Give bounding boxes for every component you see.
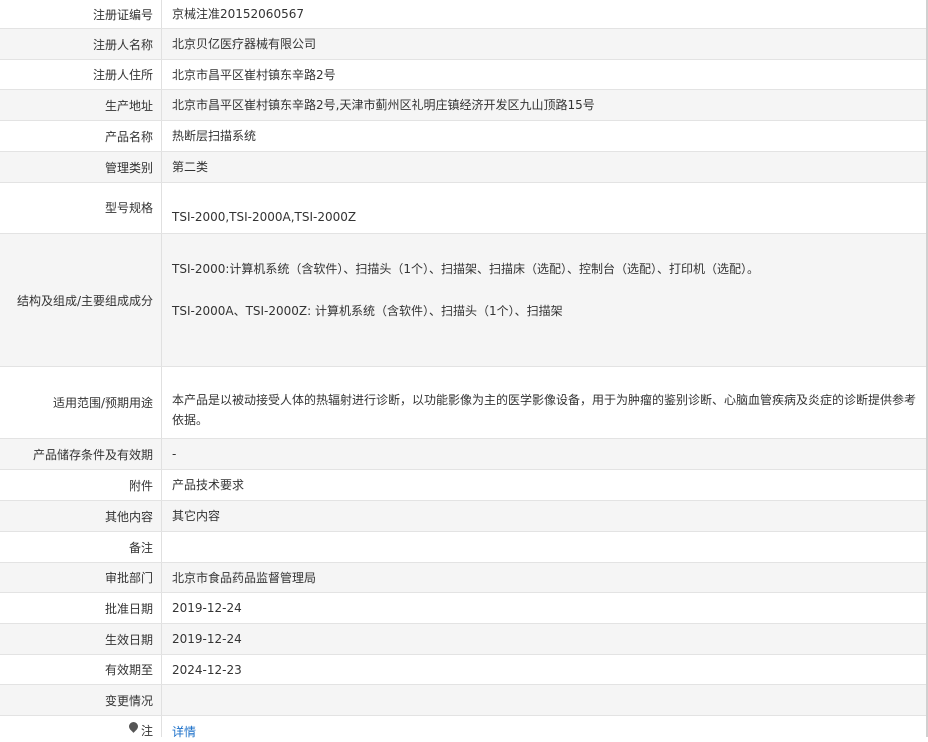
field-value: -: [172, 447, 177, 461]
field-label: 变更情况: [0, 685, 162, 715]
field-value: TSI-2000:计算机系统（含软件）、扫描头（1个）、扫描架、扫描床（选配）、…: [172, 234, 920, 366]
row-effective-date: 生效日期 2019-12-24: [0, 624, 928, 655]
field-value: TSI-2000,TSI-2000A,TSI-2000Z: [172, 210, 357, 224]
field-label: 结构及组成/主要组成成分: [0, 234, 162, 366]
field-label: 其他内容: [0, 501, 162, 531]
field-label: 注册人名称: [0, 29, 162, 59]
field-label: 附件: [0, 470, 162, 500]
composition-line-2: TSI-2000A、TSI-2000Z: 计算机系统（含软件）、扫描头（1个）、…: [172, 304, 563, 318]
field-value: 热断层扫描系统: [172, 129, 257, 143]
row-attachment: 附件 产品技术要求: [0, 470, 928, 501]
row-intended-use: 适用范围/预期用途 本产品是以被动接受人体的热辐射进行诊断，以功能影像为主的医学…: [0, 367, 928, 439]
field-value: 详情: [172, 716, 920, 739]
field-label: 备注: [0, 532, 162, 562]
field-value: 北京市食品药品监督管理局: [172, 570, 317, 585]
row-structure-composition: 结构及组成/主要组成成分 TSI-2000:计算机系统（含软件）、扫描头（1个）…: [0, 234, 928, 367]
field-value: 其它内容: [172, 509, 221, 523]
row-management-category: 管理类别 第二类: [0, 152, 928, 183]
row-approval-department: 审批部门 北京市食品药品监督管理局: [0, 563, 928, 593]
field-label: 有效期至: [0, 655, 162, 684]
field-value: 北京市昌平区崔村镇东辛路2号,天津市蓟州区礼明庄镇经济开发区九山顶路15号: [172, 98, 595, 112]
row-model-spec: 型号规格 TSI-2000,TSI-2000A,TSI-2000Z: [0, 183, 928, 234]
row-approval-date: 批准日期 2019-12-24: [0, 593, 928, 624]
row-registrant-name: 注册人名称 北京贝亿医疗器械有限公司: [0, 29, 928, 60]
field-label: 适用范围/预期用途: [0, 367, 162, 438]
field-label: 生产地址: [0, 90, 162, 120]
row-change-history: 变更情况: [0, 685, 928, 716]
field-value: 北京贝亿医疗器械有限公司: [172, 37, 317, 51]
row-product-name: 产品名称 热断层扫描系统: [0, 121, 928, 152]
field-label: 管理类别: [0, 152, 162, 182]
row-note: 注 详情: [0, 716, 928, 739]
field-label-wrap: 注: [0, 716, 162, 738]
field-label: 注: [140, 724, 153, 738]
field-value: 第二类: [172, 160, 209, 174]
field-label: 生效日期: [0, 624, 162, 654]
field-value: [172, 532, 920, 562]
field-label: 产品名称: [0, 121, 162, 151]
field-value: 产品技术要求: [172, 478, 245, 492]
field-value: [172, 685, 920, 715]
field-label: 注册人住所: [0, 60, 162, 89]
field-value: 北京市昌平区崔村镇东辛路2号: [172, 67, 336, 82]
field-label: 注册证编号: [0, 0, 162, 28]
details-link[interactable]: 详情: [172, 722, 196, 742]
row-registrant-address: 注册人住所 北京市昌平区崔村镇东辛路2号: [0, 60, 928, 90]
row-registration-number: 注册证编号 京械注准20152060567: [0, 0, 928, 29]
note-pin-icon: [127, 720, 140, 733]
field-label: 型号规格: [0, 183, 162, 233]
row-storage-conditions: 产品储存条件及有效期 -: [0, 439, 928, 470]
field-value: 2019-12-24: [172, 601, 242, 615]
field-value: 本产品是以被动接受人体的热辐射进行诊断，以功能影像为主的医学影像设备，用于为肿瘤…: [172, 392, 917, 427]
field-value: 2024-12-23: [172, 662, 242, 677]
composition-line-1: TSI-2000:计算机系统（含软件）、扫描头（1个）、扫描架、扫描床（选配）、…: [172, 262, 760, 276]
row-other-content: 其他内容 其它内容: [0, 501, 928, 532]
field-value: 2019-12-24: [172, 632, 242, 646]
field-label: 批准日期: [0, 593, 162, 623]
field-label: 审批部门: [0, 563, 162, 592]
field-value: 京械注准20152060567: [172, 7, 304, 21]
row-production-address: 生产地址 北京市昌平区崔村镇东辛路2号,天津市蓟州区礼明庄镇经济开发区九山顶路1…: [0, 90, 928, 121]
row-remarks: 备注: [0, 532, 928, 563]
field-label: 产品储存条件及有效期: [0, 439, 162, 469]
row-expiry-date: 有效期至 2024-12-23: [0, 655, 928, 685]
